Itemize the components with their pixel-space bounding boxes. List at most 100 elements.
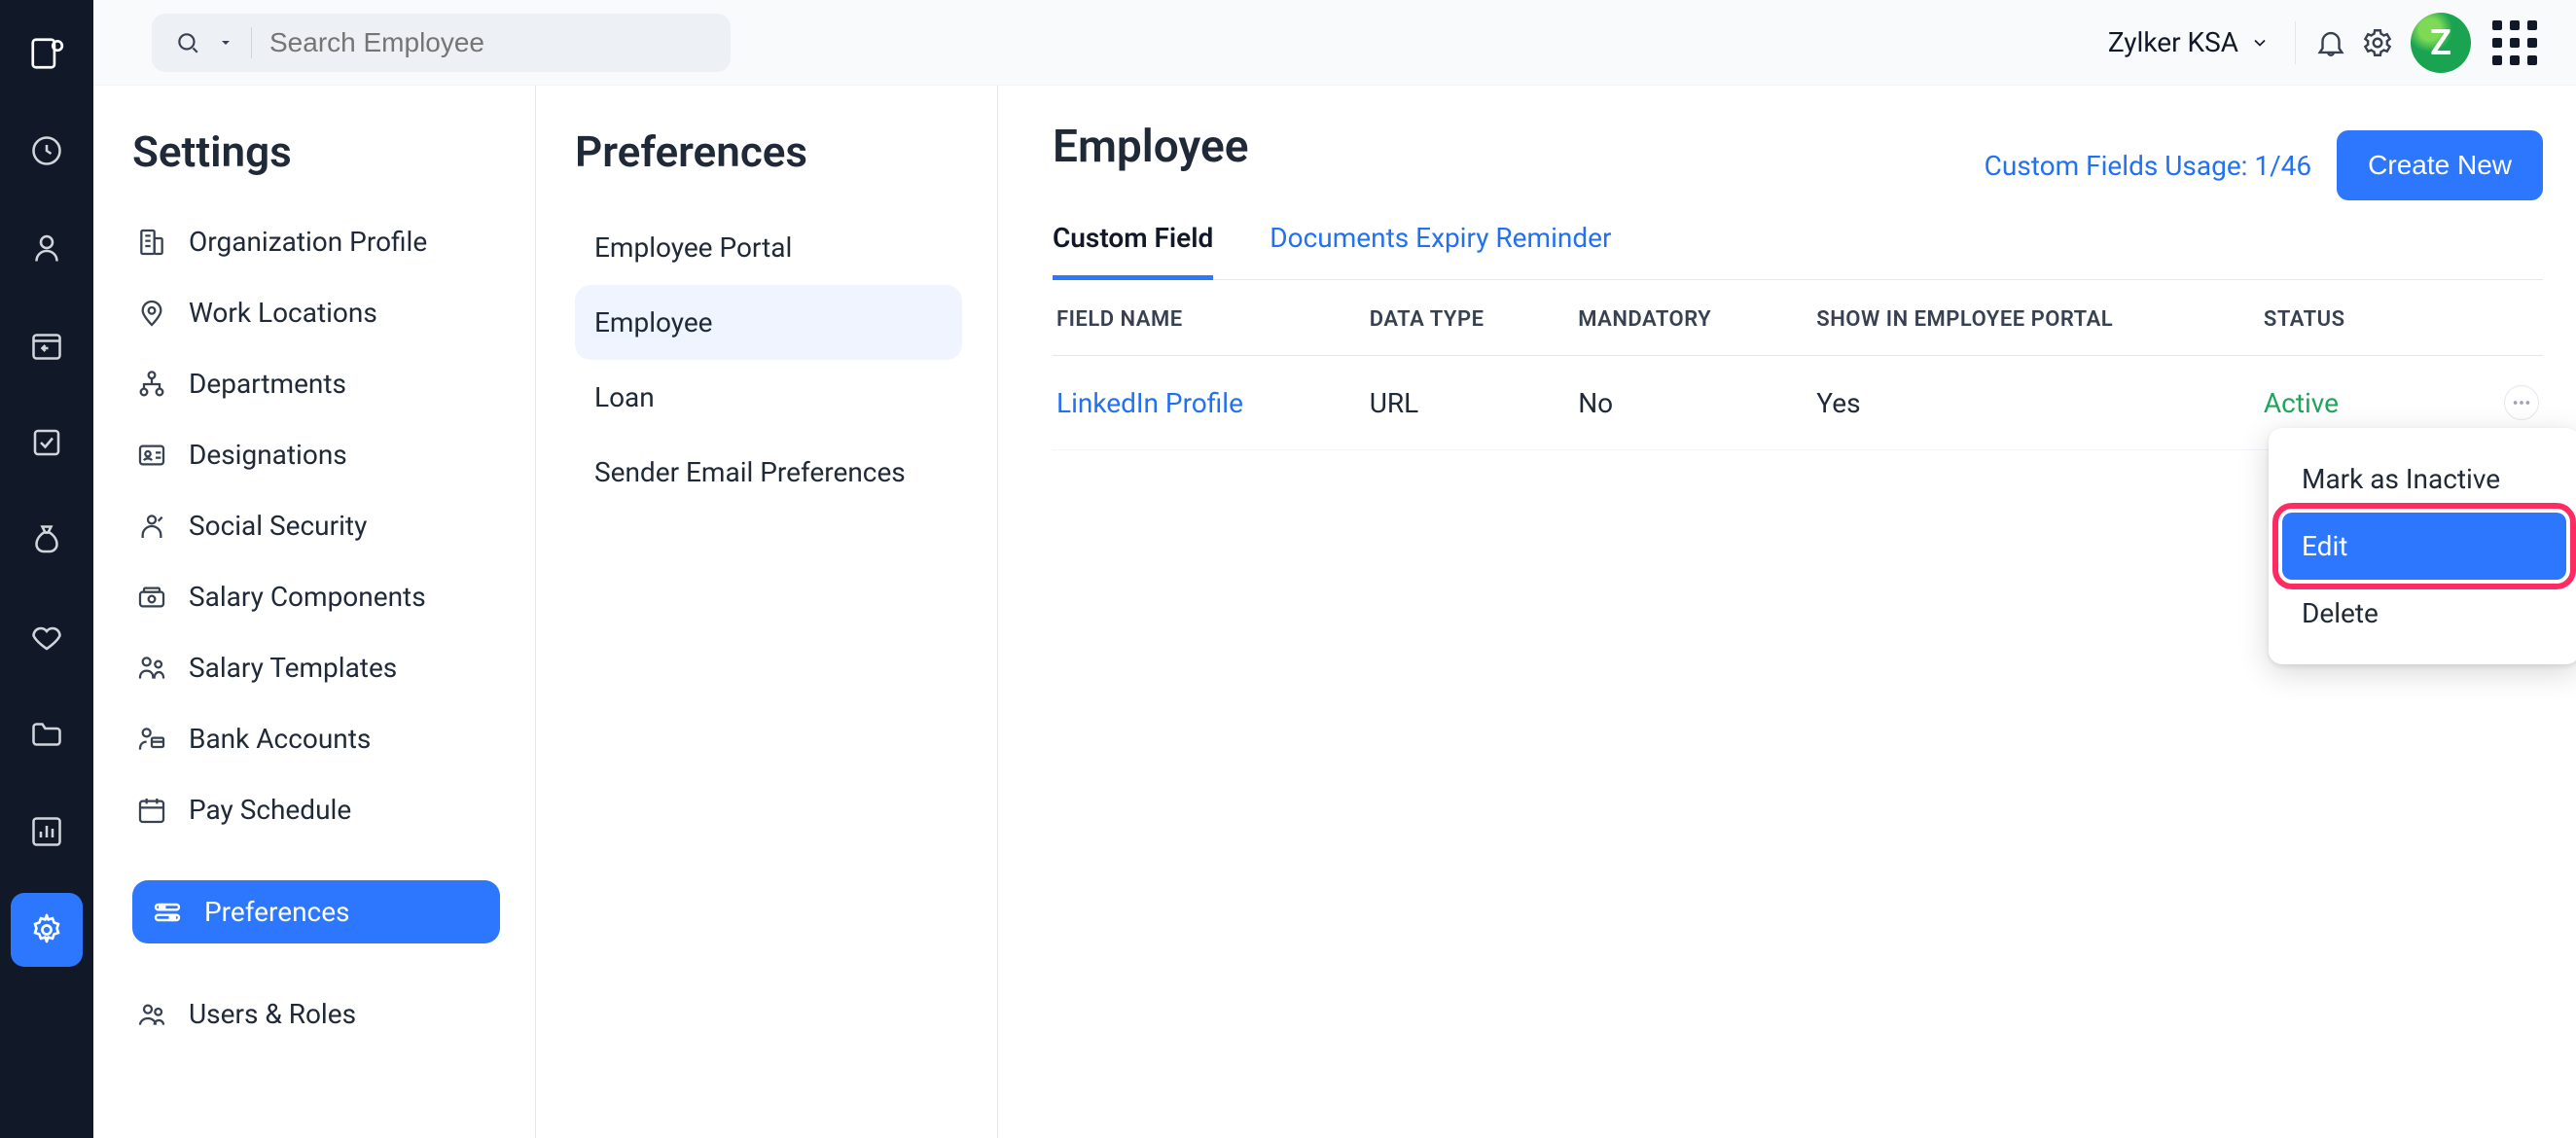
search-icon <box>175 30 200 55</box>
cell-data-type: URL <box>1366 356 1574 450</box>
rail-item-settings[interactable] <box>11 893 83 967</box>
nav-label: Departments <box>189 368 346 400</box>
payroll-people-icon <box>136 653 167 684</box>
settings-item-bank-accounts[interactable]: Bank Accounts <box>132 707 500 770</box>
rail-item-benefits[interactable] <box>11 601 83 673</box>
tab-documents-expiry[interactable]: Documents Expiry Reminder <box>1270 214 1611 280</box>
rail-item-employees[interactable] <box>11 212 83 284</box>
search-input[interactable] <box>269 27 707 58</box>
topbar-divider <box>2295 21 2296 64</box>
employee-panel: Employee Custom Fields Usage: 1/46 Creat… <box>998 86 2576 1138</box>
rail-item-loans[interactable] <box>11 504 83 576</box>
search-box[interactable] <box>152 14 731 72</box>
preferences-panel: Preferences Employee Portal Employee Loa… <box>536 86 998 1138</box>
gear-icon <box>29 912 64 947</box>
app-root: Zylker KSA Z Settings <box>0 0 2576 1138</box>
bar-chart-icon <box>29 814 64 849</box>
nav-label: Preferences <box>204 896 350 928</box>
rail-item-documents[interactable] <box>11 698 83 770</box>
row-actions-button[interactable] <box>2504 385 2539 420</box>
dropdown-edit[interactable]: Edit <box>2282 513 2566 580</box>
preferences-title: Preferences <box>575 126 962 177</box>
nav-label: Salary Templates <box>189 652 397 684</box>
bell-icon <box>2314 26 2347 59</box>
cell-field-name[interactable]: LinkedIn Profile <box>1056 387 1243 419</box>
main-header: Employee Custom Fields Usage: 1/46 Creat… <box>1053 124 2543 206</box>
rail-logo[interactable] <box>11 18 83 89</box>
top-bar: Zylker KSA Z <box>93 0 2576 86</box>
dropdown-mark-inactive[interactable]: Mark as Inactive <box>2282 445 2566 513</box>
pref-label: Employee <box>594 306 713 338</box>
col-data-type: DATA TYPE <box>1366 280 1574 356</box>
rail-item-payroll[interactable] <box>11 309 83 381</box>
settings-item-pay-schedule[interactable]: Pay Schedule <box>132 778 500 841</box>
person-icon <box>29 231 64 266</box>
nav-label: Salary Components <box>189 581 426 613</box>
nav-label: Social Security <box>189 510 367 542</box>
nav-label: Designations <box>189 439 347 471</box>
pref-label: Loan <box>594 381 655 413</box>
apps-launcher[interactable] <box>2492 20 2537 65</box>
settings-item-users-roles[interactable]: Users & Roles <box>132 982 500 1046</box>
building-icon <box>136 227 167 258</box>
settings-item-salary-components[interactable]: Salary Components <box>132 565 500 628</box>
sliders-icon <box>152 897 183 928</box>
bank-icon <box>136 724 167 755</box>
money-bag-icon <box>29 522 64 557</box>
nav-label: Bank Accounts <box>189 723 371 755</box>
settings-nav: Organization Profile Work Locations Depa… <box>132 210 500 1046</box>
body: Settings Organization Profile Work Locat… <box>93 86 2576 1138</box>
notifications-button[interactable] <box>2308 19 2354 66</box>
pref-item-employee[interactable]: Employee <box>575 285 962 360</box>
calendar-icon <box>136 795 167 826</box>
id-card-icon <box>136 440 167 471</box>
nav-label: Pay Schedule <box>189 794 351 826</box>
settings-title: Settings <box>132 126 500 177</box>
dropdown-delete[interactable]: Delete <box>2282 580 2566 647</box>
custom-fields-table: FIELD NAME DATA TYPE MANDATORY SHOW IN E… <box>1053 280 2543 450</box>
tab-custom-field[interactable]: Custom Field <box>1053 214 1213 280</box>
settings-panel: Settings Organization Profile Work Locat… <box>93 86 536 1138</box>
settings-item-social-security[interactable]: Social Security <box>132 494 500 557</box>
pref-item-sender-email[interactable]: Sender Email Preferences <box>575 435 962 510</box>
gear-icon <box>2361 26 2394 59</box>
create-new-button[interactable]: Create New <box>2337 130 2543 200</box>
settings-item-work-locations[interactable]: Work Locations <box>132 281 500 344</box>
rail-item-reports[interactable] <box>11 796 83 868</box>
document-icon <box>28 35 65 72</box>
calendar-arrow-icon <box>29 328 64 363</box>
users-icon <box>136 999 167 1030</box>
rail-item-approvals[interactable] <box>11 407 83 479</box>
heart-icon <box>29 620 64 655</box>
cell-mandatory: No <box>1574 356 1812 450</box>
settings-item-designations[interactable]: Designations <box>132 423 500 486</box>
chevron-down-icon <box>2250 33 2270 53</box>
pin-icon <box>136 298 167 329</box>
topbar-settings-button[interactable] <box>2354 19 2401 66</box>
avatar[interactable]: Z <box>2411 13 2471 73</box>
col-mandatory: MANDATORY <box>1574 280 1812 356</box>
ellipsis-icon <box>2511 392 2532 413</box>
avatar-initial: Z <box>2430 22 2451 63</box>
cell-status: Active <box>2264 387 2339 419</box>
col-field-name: FIELD NAME <box>1053 280 1366 356</box>
settings-item-org-profile[interactable]: Organization Profile <box>132 210 500 273</box>
main-column: Zylker KSA Z Settings <box>93 0 2576 1138</box>
settings-item-salary-templates[interactable]: Salary Templates <box>132 636 500 699</box>
rail-item-dashboard[interactable] <box>11 115 83 187</box>
left-rail <box>0 0 93 1138</box>
org-switcher[interactable]: Zylker KSA <box>2094 26 2283 58</box>
settings-item-departments[interactable]: Departments <box>132 352 500 415</box>
nav-label: Users & Roles <box>189 998 356 1030</box>
check-box-icon <box>29 425 64 460</box>
pref-label: Employee Portal <box>594 231 792 264</box>
cash-icon <box>136 582 167 613</box>
clock-icon <box>29 133 64 168</box>
settings-item-preferences[interactable]: Preferences <box>132 880 500 943</box>
pref-item-loan[interactable]: Loan <box>575 360 962 435</box>
sitemap-icon <box>136 369 167 400</box>
nav-label: Work Locations <box>189 297 377 329</box>
pref-item-employee-portal[interactable]: Employee Portal <box>575 210 962 285</box>
custom-fields-usage-link[interactable]: Custom Fields Usage: 1/46 <box>1985 150 2312 182</box>
org-label: Zylker KSA <box>2108 26 2238 58</box>
